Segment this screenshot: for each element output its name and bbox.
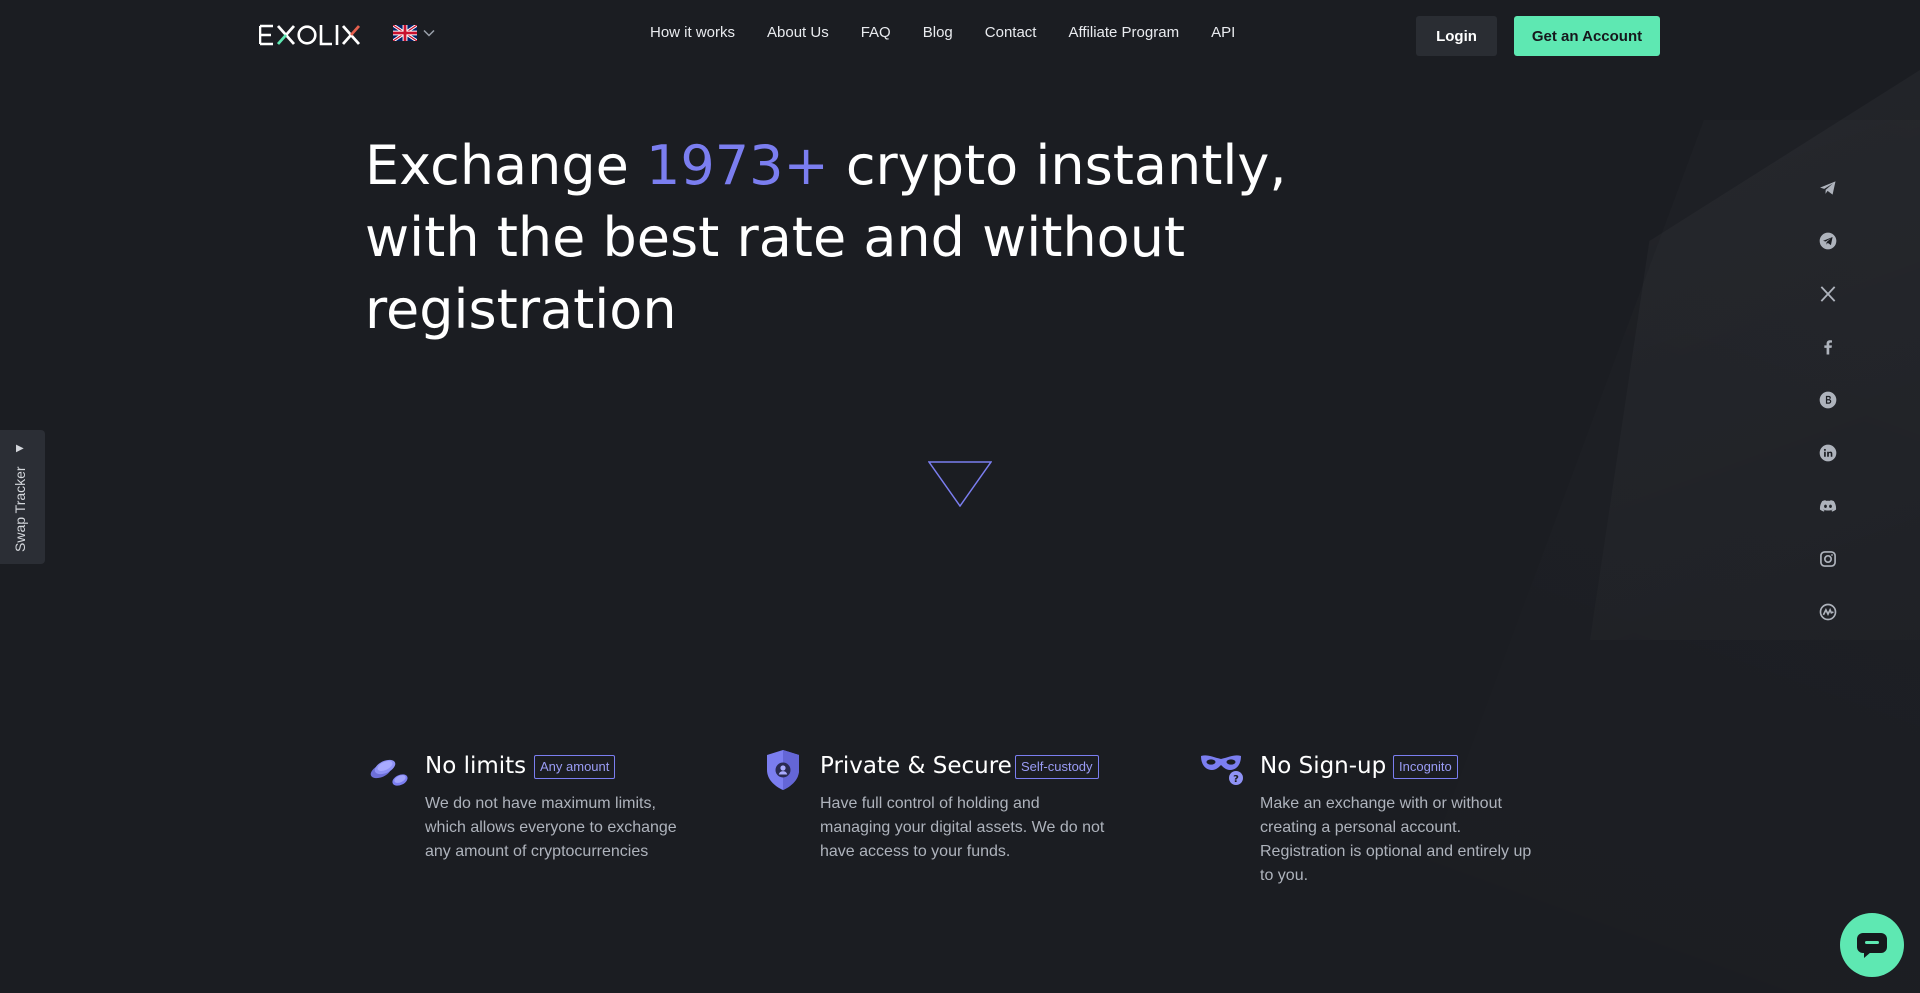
- nav-api[interactable]: API: [1211, 24, 1235, 41]
- feature-description-line: Make an exchange with or without: [1260, 795, 1502, 812]
- feature-title: Private & Secure: [820, 753, 1012, 779]
- feature-description-line: have access to your funds.: [820, 843, 1011, 860]
- nav-faq[interactable]: FAQ: [861, 24, 891, 41]
- feature-description-line: managing your digital assets. We do not: [820, 819, 1105, 836]
- nav-contact[interactable]: Contact: [985, 24, 1037, 41]
- feature-description-line: Registration is optional and entirely up: [1260, 843, 1532, 860]
- get-account-button[interactable]: Get an Account: [1514, 16, 1660, 56]
- swap-tracker-label: Swap Tracker: [12, 466, 28, 552]
- swap-tracker-tab[interactable]: ▶ Swap Tracker: [0, 430, 45, 564]
- language-selector[interactable]: [393, 25, 435, 41]
- exolix-logo-icon: [259, 24, 361, 46]
- bitcoin-icon[interactable]: [1816, 388, 1840, 412]
- shield-icon: [767, 750, 799, 790]
- coins-icon: [370, 759, 408, 786]
- nav-affiliate-program[interactable]: Affiliate Program: [1068, 24, 1179, 41]
- hero-title-prefix: Exchange: [365, 134, 647, 197]
- hero-title-accent: 1973+: [646, 134, 829, 197]
- feature-description: Make an exchange with or without creatin…: [1260, 792, 1560, 888]
- feature-badge: Incognito: [1393, 755, 1458, 779]
- main-nav: How it works About Us FAQ Blog Contact A…: [650, 24, 1235, 41]
- linkedin-icon[interactable]: [1816, 441, 1840, 465]
- coinmarketcap-icon[interactable]: [1816, 600, 1840, 624]
- feature-description-line: to you.: [1260, 867, 1309, 884]
- nav-how-it-works[interactable]: How it works: [650, 24, 735, 41]
- login-button[interactable]: Login: [1416, 16, 1497, 56]
- instagram-icon[interactable]: [1816, 547, 1840, 571]
- svg-text:?: ?: [1233, 774, 1239, 785]
- chat-icon: [1857, 933, 1887, 958]
- telegram-icon[interactable]: [1816, 176, 1840, 200]
- feature-title: No limits: [425, 753, 527, 779]
- feature-description-line: creating a personal account.: [1260, 819, 1462, 836]
- feature-description-line: any amount of cryptocurrencies: [425, 843, 649, 860]
- feature-badge: Any amount: [534, 755, 616, 779]
- caret-right-icon: ▶: [16, 443, 24, 454]
- feature-description-line: We do not have maximum limits,: [425, 795, 656, 812]
- feature-description: Have full control of holding and managin…: [820, 792, 1130, 864]
- feature-description-line: Have full control of holding and: [820, 795, 1040, 812]
- header: How it works About Us FAQ Blog Contact A…: [0, 0, 1920, 72]
- feature-badge: Self-custody: [1015, 755, 1099, 779]
- uk-flag-icon: [393, 25, 417, 41]
- chevron-down-icon: [423, 29, 435, 37]
- feature-title: No Sign-up: [1260, 753, 1387, 779]
- chat-support-button[interactable]: [1840, 913, 1904, 977]
- hero-title: Exchange 1973+ crypto instantly, with th…: [365, 130, 1415, 346]
- x-icon[interactable]: [1816, 282, 1840, 306]
- telegram-channel-icon[interactable]: [1816, 229, 1840, 253]
- incognito-mask-icon: ?: [1201, 755, 1243, 785]
- facebook-icon[interactable]: [1816, 335, 1840, 359]
- discord-icon[interactable]: [1816, 494, 1840, 518]
- loading-triangle-icon: [928, 461, 992, 507]
- exolix-logo[interactable]: [259, 22, 363, 48]
- feature-description: We do not have maximum limits, which all…: [425, 792, 715, 864]
- nav-blog[interactable]: Blog: [923, 24, 953, 41]
- nav-about-us[interactable]: About Us: [767, 24, 829, 41]
- feature-description-line: which allows everyone to exchange: [425, 819, 677, 836]
